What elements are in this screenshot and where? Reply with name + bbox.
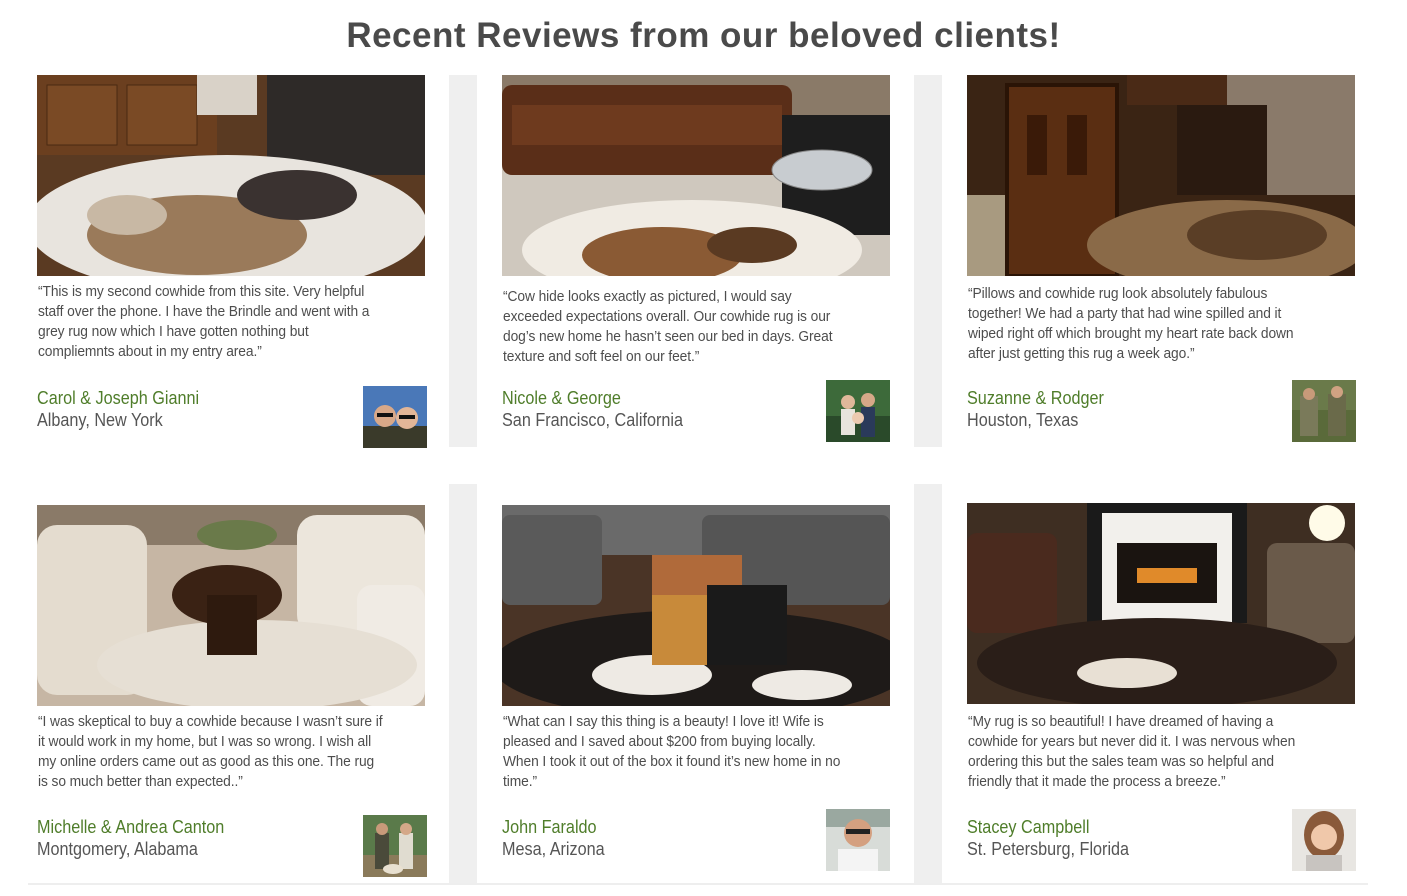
column-divider bbox=[914, 75, 942, 447]
reviewer-name: Carol & Joseph Gianni bbox=[37, 388, 200, 408]
reviewer-location: Montgomery, Alabama bbox=[37, 839, 198, 859]
reviewer-location: Houston, Texas bbox=[967, 410, 1079, 430]
reviewer-avatar bbox=[826, 809, 890, 871]
reviewer-name: Stacey Campbell bbox=[967, 817, 1090, 837]
reviewer-avatar bbox=[363, 386, 427, 448]
review-quote: “Cow hide looks exactly as pictured, I w… bbox=[503, 288, 833, 365]
reviewer-name: Michelle & Andrea Canton bbox=[37, 817, 225, 837]
review-card: “Pillows and cowhide rug look absolutely… bbox=[967, 75, 1357, 450]
review-quote: “What can I say this thing is a beauty! … bbox=[503, 713, 841, 790]
review-photo[interactable] bbox=[502, 75, 890, 276]
review-photo[interactable] bbox=[37, 75, 425, 276]
review-card: “I was skeptical to buy a cowhide becaus… bbox=[37, 505, 427, 880]
reviewer-avatar bbox=[826, 380, 890, 442]
reviewer-location: St. Petersburg, Florida bbox=[967, 839, 1130, 859]
page-title: Recent Reviews from our beloved clients! bbox=[346, 16, 1061, 55]
section-bottom-rule bbox=[28, 883, 1368, 885]
review-card: “Cow hide looks exactly as pictured, I w… bbox=[502, 75, 892, 450]
review-quote: “This is my second cowhide from this sit… bbox=[38, 283, 370, 360]
review-card: “My rug is so beautiful! I have dreamed … bbox=[967, 503, 1357, 878]
review-photo[interactable] bbox=[502, 505, 890, 706]
reviewer-avatar bbox=[1292, 380, 1356, 442]
review-photo[interactable] bbox=[967, 503, 1355, 704]
reviewer-location: Albany, New York bbox=[37, 410, 163, 430]
review-quote: “Pillows and cowhide rug look absolutely… bbox=[968, 285, 1294, 362]
reviewer-name: Suzanne & Rodger bbox=[967, 388, 1104, 408]
reviewer-avatar bbox=[1292, 809, 1356, 871]
review-photo[interactable] bbox=[967, 75, 1355, 276]
review-photo[interactable] bbox=[37, 505, 425, 706]
review-quote: “I was skeptical to buy a cowhide becaus… bbox=[38, 713, 383, 790]
reviewer-location: San Francisco, California bbox=[502, 410, 683, 430]
review-card: “This is my second cowhide from this sit… bbox=[37, 75, 427, 450]
review-card: “What can I say this thing is a beauty! … bbox=[502, 505, 892, 880]
reviewer-avatar bbox=[363, 815, 427, 877]
reviewer-name: John Faraldo bbox=[502, 817, 597, 837]
review-quote: “My rug is so beautiful! I have dreamed … bbox=[968, 713, 1296, 790]
column-divider bbox=[449, 484, 477, 884]
column-divider bbox=[914, 484, 942, 884]
column-divider bbox=[449, 75, 477, 447]
reviewer-name: Nicole & George bbox=[502, 388, 621, 408]
reviewer-location: Mesa, Arizona bbox=[502, 839, 605, 859]
